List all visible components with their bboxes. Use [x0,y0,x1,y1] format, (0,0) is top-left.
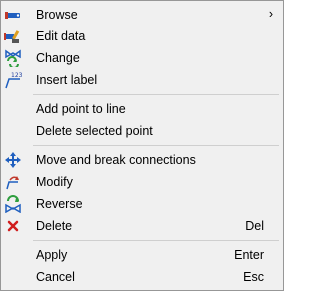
menu-item-label: Change [36,51,80,65]
menu-item-cancel[interactable]: Cancel Esc [3,266,281,288]
menu-separator [33,94,279,95]
insert-label-icon: 123 [4,71,23,89]
delete-icon [4,217,22,235]
menu-item-change[interactable]: Change [3,47,281,69]
browse-icon [4,6,22,24]
menu-item-label: Edit data [36,29,86,43]
menu-item-label: Apply [36,248,68,262]
menu-item-label: Add point to line [36,102,126,116]
menu-item-label: Delete [36,219,73,233]
menu-item-label: Delete selected point [36,124,153,138]
reverse-icon [4,195,22,214]
menu-item-modify[interactable]: Modify [3,171,281,193]
edit-data-icon [4,27,22,45]
change-icon [4,49,22,69]
menu-separator [33,240,279,241]
menu-item-apply[interactable]: Apply Enter [3,244,281,266]
shortcut-label: Esc [243,270,264,284]
menu-item-reverse[interactable]: Reverse [3,193,281,215]
menu-item-label: Insert label [36,73,98,87]
menu-item-move-and-break-connections[interactable]: Move and break connections [3,149,281,171]
menu-item-label: Reverse [36,197,83,211]
move-icon [4,151,22,169]
modify-icon [4,173,22,191]
shortcut-label: Del [245,219,264,233]
shortcut-label: Enter [234,248,264,262]
menu-item-label: Cancel [36,270,75,284]
menu-item-add-point-to-line[interactable]: Add point to line [3,98,281,120]
menu-item-label: Browse [36,8,78,22]
menu-item-edit-data[interactable]: Edit data [3,25,281,47]
menu-item-insert-label[interactable]: 123 Insert label [3,69,281,91]
menu-item-browse[interactable]: Browse › [3,4,281,26]
submenu-arrow-icon: › [268,7,273,21]
context-menu: Browse › Edit data Change 123 Insert lab… [0,0,284,291]
menu-item-label: Modify [36,175,73,189]
menu-item-delete-selected-point[interactable]: Delete selected point [3,120,281,142]
menu-item-delete[interactable]: Delete Del [3,215,281,237]
menu-separator [33,145,279,146]
menu-item-label: Move and break connections [36,153,196,167]
svg-text:123: 123 [11,72,22,79]
